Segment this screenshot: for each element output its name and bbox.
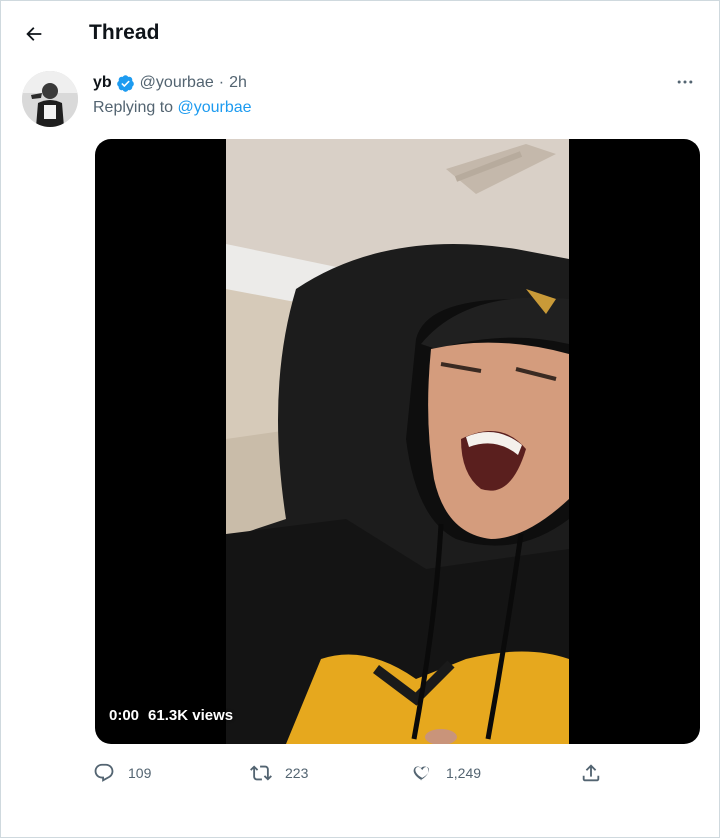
reply-count: 109 <box>128 765 152 781</box>
video-view-count: 61.3K views <box>148 707 234 724</box>
reply-icon <box>94 763 114 782</box>
avatar[interactable] <box>22 71 78 127</box>
retweet-count: 223 <box>285 765 309 781</box>
thread-page: Thread yb @yourbae · 2h Replying to @you… <box>0 0 720 838</box>
heart-icon <box>413 766 430 781</box>
page-title: Thread <box>89 21 160 44</box>
more-icon <box>677 80 693 84</box>
verified-badge-icon <box>116 74 135 93</box>
reply-button[interactable]: 109 <box>93 758 151 788</box>
share-button[interactable] <box>580 758 602 788</box>
tweet-timestamp[interactable]: 2h <box>229 74 247 92</box>
separator-dot: · <box>218 74 225 91</box>
like-button[interactable]: 1,249 <box>411 758 481 788</box>
like-count: 1,249 <box>446 765 482 781</box>
thread-header: Thread <box>1 1 719 67</box>
replying-to: Replying to @yourbae <box>93 99 252 117</box>
video-player[interactable]: 0:00 61.3K views <box>95 139 700 744</box>
arrow-left-icon <box>26 27 42 41</box>
video-overlay: 0:00 61.3K views <box>109 707 233 724</box>
author-handle[interactable]: @yourbae <box>140 74 214 92</box>
retweet-icon <box>250 765 272 781</box>
share-icon <box>582 764 600 782</box>
replying-prefix: Replying to <box>93 99 178 116</box>
tweet-actions: 109 223 1,249 <box>93 758 613 788</box>
retweet-button[interactable]: 223 <box>250 758 308 788</box>
author-line: yb @yourbae · 2h <box>93 72 247 94</box>
replying-to-link[interactable]: @yourbae <box>178 99 252 116</box>
video-frame <box>226 139 569 744</box>
back-button[interactable] <box>15 15 53 53</box>
more-options-button[interactable] <box>671 71 699 93</box>
video-timestamp: 0:00 <box>109 707 140 724</box>
author-name[interactable]: yb <box>93 74 112 92</box>
